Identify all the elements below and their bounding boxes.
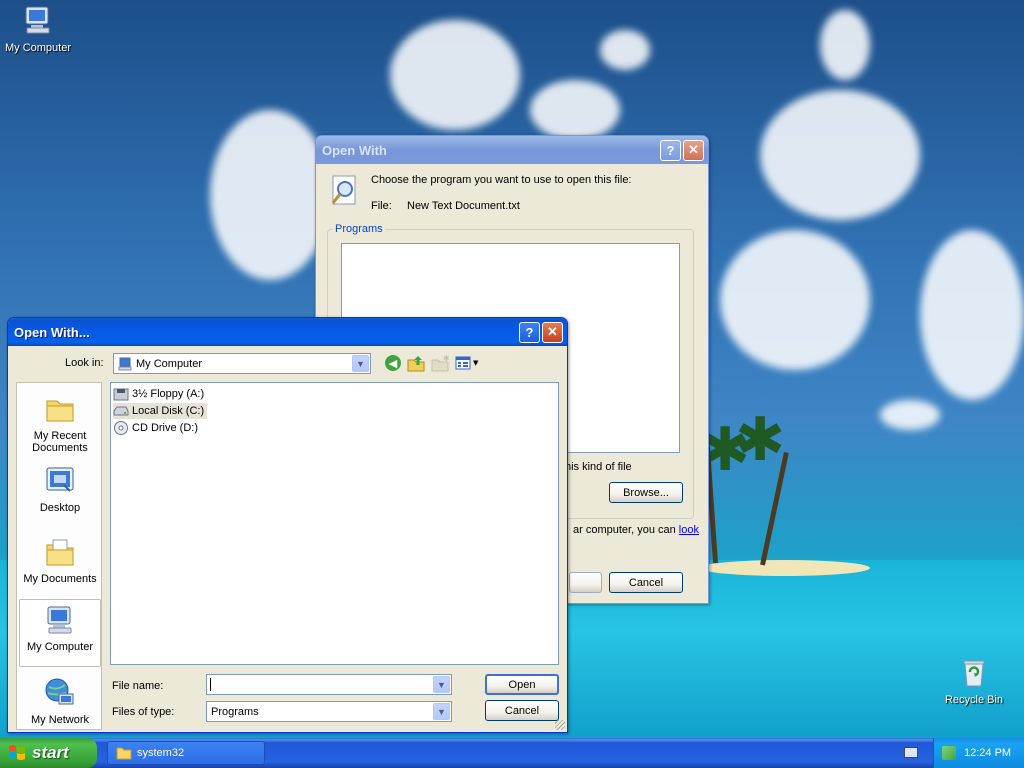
list-item-cd-drive-d[interactable]: CD Drive (D:) (113, 420, 201, 436)
place-label: My Recent Documents (32, 430, 88, 454)
place-label: My Computer (26, 641, 94, 653)
windows-logo-icon (9, 745, 25, 760)
cd-drive-icon (114, 421, 128, 435)
my-documents-icon (46, 539, 74, 566)
chevron-down-icon: ▼ (473, 359, 479, 367)
list-item-label: 3½ Floppy (A:) (132, 388, 205, 400)
close-button[interactable]: ✕ (542, 321, 563, 343)
file-list-view[interactable]: 3½ Floppy (A:) Local Disk (C:) CD Drive … (110, 382, 559, 665)
floppy-drive-icon (113, 388, 129, 401)
file-label: File: (371, 200, 392, 212)
taskbar-button-label: system32 (137, 747, 185, 759)
list-item-label: CD Drive (D:) (132, 422, 198, 434)
place-label: Desktop (39, 502, 81, 514)
clock[interactable]: 12:24 PM (964, 747, 1011, 759)
place-my-recent-documents[interactable]: My Recent Documents (19, 389, 101, 454)
hint-text: ar computer, you can look (573, 524, 699, 536)
recent-documents-icon (46, 400, 74, 422)
new-folder-button[interactable]: ✱ (431, 354, 450, 372)
chevron-down-icon[interactable]: ▼ (433, 703, 450, 720)
window-title: Open With... (14, 324, 90, 340)
desktop-icon (46, 467, 74, 492)
close-button[interactable]: ✕ (683, 139, 704, 161)
my-computer-icon (25, 6, 50, 34)
cancel-button[interactable]: Cancel (485, 700, 559, 721)
desktop-icon-label: My Computer (4, 42, 72, 54)
place-label: My Documents (23, 573, 97, 585)
up-folder-button[interactable] (407, 354, 425, 372)
network-icon[interactable] (942, 746, 956, 760)
look-in-value: My Computer (136, 357, 203, 370)
start-button[interactable]: start (0, 738, 97, 768)
always-use-checkbox-label: his kind of file (565, 461, 632, 473)
chevron-down-icon[interactable]: ▼ (352, 355, 369, 372)
file-name-field[interactable]: ▼ (206, 674, 452, 695)
files-of-type-value: Programs (211, 705, 259, 718)
files-of-type-dropdown[interactable]: Programs ▼ (206, 701, 452, 722)
places-bar: My Recent Documents Desktop My Documents (16, 382, 102, 730)
my-computer-icon (118, 357, 132, 370)
ok-button[interactable] (569, 572, 602, 593)
desktop-icon-recycle-bin[interactable]: Recycle Bin (936, 656, 1012, 706)
hard-disk-icon (113, 406, 129, 416)
open-with-file-dialog: Open With... ? ✕ Look in: My Computer ▼ … (7, 317, 568, 733)
file-name-label: File name: (112, 680, 164, 692)
window-title: Open With (322, 142, 387, 158)
place-label: My Network (30, 714, 90, 726)
look-in-dropdown[interactable]: My Computer ▼ (113, 353, 371, 374)
chevron-down-icon[interactable]: ▼ (433, 676, 450, 693)
text-cursor (210, 678, 211, 691)
prompt-text: Choose the program you want to use to op… (371, 174, 632, 186)
look-in-label: Look in: (65, 357, 104, 369)
list-item-floppy-a[interactable]: 3½ Floppy (A:) (113, 386, 207, 402)
open-button[interactable]: Open (485, 674, 559, 695)
file-name-text: New Text Document.txt (407, 200, 520, 212)
place-desktop[interactable]: Desktop (19, 461, 101, 514)
help-button[interactable]: ? (519, 321, 540, 343)
list-item-label: Local Disk (C:) (132, 405, 205, 417)
look-link[interactable]: look (679, 524, 699, 536)
svg-text:✱: ✱ (443, 354, 449, 363)
taskbar: start system32 12:24 PM (0, 738, 1024, 768)
keyboard-icon[interactable] (904, 747, 918, 758)
title-bar[interactable]: Open With... ? ✕ (8, 318, 567, 346)
list-item-local-disk-c[interactable]: Local Disk (C:) (113, 403, 208, 419)
view-menu-icon (455, 356, 471, 370)
files-of-type-label: Files of type: (112, 706, 175, 718)
taskbar-button-system32[interactable]: system32 (107, 741, 265, 765)
cancel-button[interactable]: Cancel (609, 572, 683, 593)
place-my-computer[interactable]: My Computer (19, 599, 101, 667)
browse-button[interactable]: Browse... (609, 482, 683, 503)
title-bar[interactable]: Open With ? ✕ (316, 136, 708, 164)
recycle-bin-icon (963, 660, 985, 687)
back-arrow-icon: ◀ (388, 356, 398, 370)
place-my-network[interactable]: My Network (19, 673, 101, 726)
place-my-documents[interactable]: My Documents (19, 532, 101, 585)
magnifier-document-icon (331, 175, 356, 205)
up-folder-icon (407, 356, 425, 372)
resize-grip-icon[interactable] (555, 720, 565, 730)
view-menu-button[interactable]: ▼ (455, 355, 481, 371)
start-label: start (32, 743, 69, 762)
desktop-icon-my-computer[interactable]: My Computer (0, 4, 76, 54)
back-button[interactable]: ◀ (385, 355, 401, 371)
my-network-icon (45, 678, 74, 705)
help-button[interactable]: ? (660, 139, 681, 161)
hint-text-partial: ar computer, you can (573, 524, 676, 536)
programs-group-label: Programs (333, 223, 385, 235)
folder-icon (116, 747, 132, 760)
system-tray: 12:24 PM (933, 738, 1024, 768)
my-computer-icon (47, 606, 72, 634)
desktop-icon-label: Recycle Bin (944, 694, 1004, 706)
new-folder-icon: ✱ (431, 354, 450, 372)
